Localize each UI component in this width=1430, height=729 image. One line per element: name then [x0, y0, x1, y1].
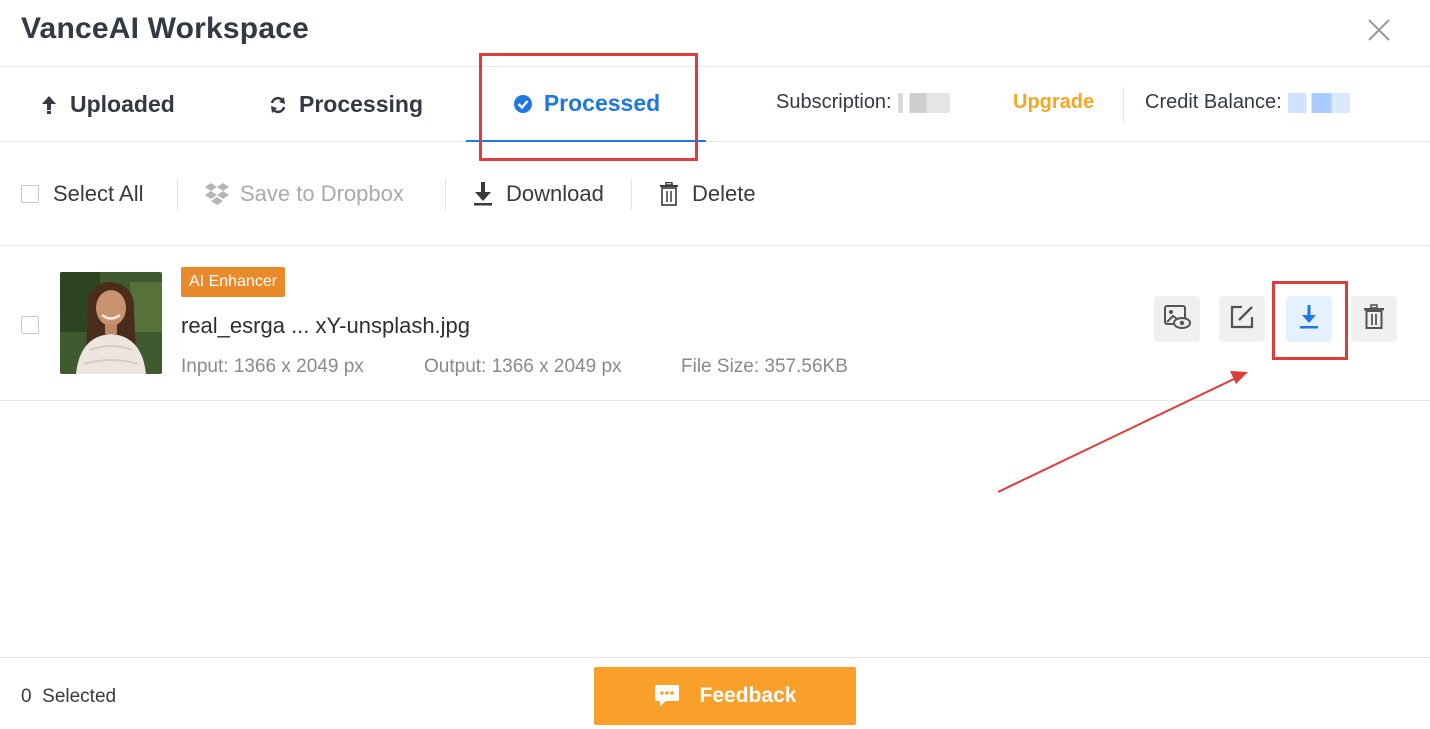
- credit-balance-info: Credit Balance:: [1145, 91, 1350, 114]
- window-header: VanceAI Workspace: [0, 0, 1430, 67]
- close-icon[interactable]: [1364, 15, 1394, 45]
- tab-processing[interactable]: Processing: [267, 67, 423, 142]
- save-to-dropbox-button[interactable]: Save to Dropbox: [204, 142, 404, 246]
- trash-icon: [1363, 303, 1385, 335]
- chat-bubble-icon: [654, 684, 680, 708]
- selected-count: 0 Selected: [21, 686, 116, 708]
- delete-file-button[interactable]: [1351, 296, 1397, 342]
- download-icon: [470, 181, 496, 207]
- file-size: File Size: 357.56KB: [681, 356, 848, 377]
- bulk-action-toolbar: Select All Save to Dropbox Download Dele…: [0, 142, 1430, 246]
- checkbox[interactable]: [21, 185, 39, 203]
- divider: [1123, 87, 1124, 123]
- feedback-button[interactable]: Feedback: [594, 667, 856, 725]
- file-name: real_esrga ... xY-unsplash.jpg: [181, 313, 471, 338]
- tab-processed-label: Processed: [543, 90, 661, 116]
- refresh-icon: [267, 94, 289, 116]
- tab-uploaded-label: Uploaded: [70, 91, 175, 117]
- edit-icon: [1229, 304, 1255, 335]
- delete-button[interactable]: Delete: [656, 142, 756, 246]
- tab-bar: Uploaded Processing Processed Subscripti…: [0, 67, 1430, 142]
- select-all-checkbox[interactable]: Select All: [21, 142, 144, 246]
- file-thumbnail[interactable]: [60, 272, 162, 374]
- download-label: Download: [506, 181, 604, 206]
- check-circle-icon: [512, 93, 534, 115]
- ai-enhancer-badge: AI Enhancer: [181, 267, 286, 297]
- selected-count-label: Selected: [42, 686, 117, 707]
- download-file-button[interactable]: [1286, 296, 1332, 342]
- select-all-label: Select All: [53, 181, 144, 206]
- list-item: AI Enhancer real_esrga ... xY-unsplash.j…: [0, 246, 1430, 401]
- credit-balance-value-blurred: [1287, 92, 1350, 113]
- download-button[interactable]: Download: [470, 142, 604, 246]
- tab-processing-label: Processing: [299, 91, 423, 117]
- footer: 0 Selected Feedback: [0, 657, 1430, 729]
- file-checkbox[interactable]: [21, 316, 39, 334]
- subscription-label: Subscription:: [776, 91, 892, 113]
- preview-button[interactable]: [1154, 296, 1200, 342]
- credit-balance-label: Credit Balance:: [1145, 91, 1282, 113]
- save-to-dropbox-label: Save to Dropbox: [240, 181, 404, 206]
- tab-processed[interactable]: Processed: [466, 67, 706, 142]
- dropbox-icon: [204, 181, 230, 207]
- edit-button[interactable]: [1219, 296, 1265, 342]
- feedback-label: Feedback: [699, 684, 797, 707]
- output-dimensions: Output: 1366 x 2049 px: [424, 356, 622, 377]
- preview-icon: [1163, 304, 1191, 335]
- input-dimensions: Input: 1366 x 2049 px: [181, 356, 364, 377]
- upgrade-link[interactable]: Upgrade: [1013, 91, 1094, 114]
- divider: [631, 178, 632, 210]
- delete-label: Delete: [692, 181, 756, 206]
- upload-arrow-icon: [38, 94, 60, 116]
- subscription-value-blurred: [897, 92, 950, 113]
- trash-icon: [656, 181, 682, 207]
- tab-uploaded[interactable]: Uploaded: [38, 67, 175, 142]
- divider: [177, 178, 178, 210]
- selected-count-number: 0: [21, 686, 32, 707]
- download-icon: [1298, 304, 1320, 335]
- subscription-info: Subscription:: [776, 91, 950, 114]
- divider: [445, 178, 446, 210]
- window-title: VanceAI Workspace: [21, 12, 309, 45]
